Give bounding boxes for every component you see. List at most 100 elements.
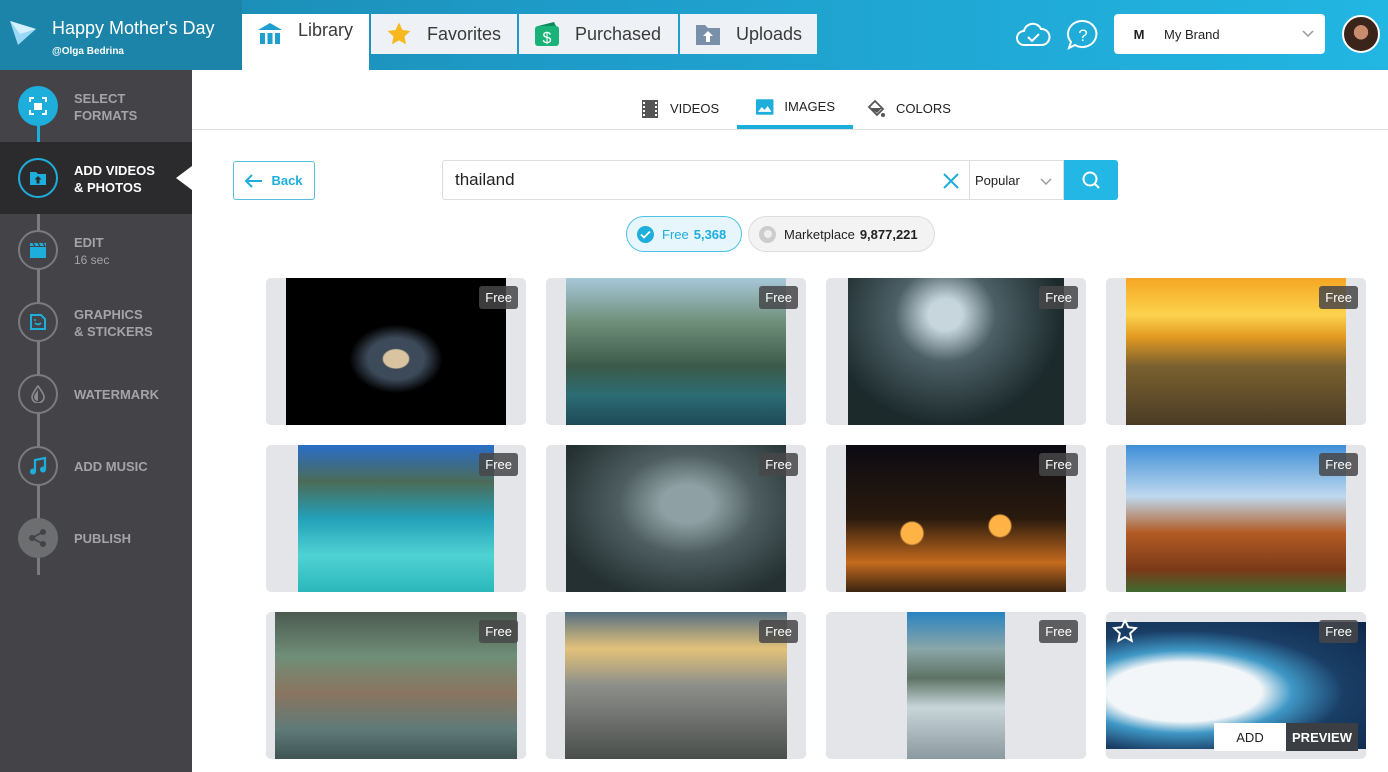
result-image <box>907 612 1005 759</box>
film-icon <box>642 99 658 118</box>
tab-colors[interactable]: COLORS <box>848 88 969 129</box>
svg-text:$: $ <box>543 30 552 47</box>
active-step-pointer <box>176 166 192 190</box>
top-bar: Happy Mother's Day @Olga Bedrina Library… <box>0 0 1388 70</box>
free-badge: Free <box>1319 286 1358 309</box>
preview-button[interactable]: PREVIEW <box>1286 723 1358 751</box>
user-avatar[interactable] <box>1342 15 1380 53</box>
result-card[interactable]: Free <box>266 612 526 759</box>
watermark-drop-icon <box>18 374 58 414</box>
workflow-sidebar: SELECT FORMATS ADD VIDEOS & PHOTOS EDIT 16 … <box>0 70 192 772</box>
result-card[interactable]: Free <box>1106 278 1366 425</box>
tab-label: Library <box>298 20 354 40</box>
result-card[interactable]: Free <box>826 278 1086 425</box>
brand-initial: M <box>1133 26 1145 42</box>
free-badge: Free <box>479 620 518 643</box>
tab-label: VIDEOS <box>670 101 720 116</box>
result-image <box>286 278 506 425</box>
brand-selector[interactable]: M My Brand <box>1114 14 1325 54</box>
step-add-music[interactable]: ADD MUSIC <box>0 430 192 502</box>
media-type-tabs: VIDEOS IMAGES COLORS <box>192 88 1388 130</box>
image-icon <box>755 98 774 115</box>
video-duration: 16 sec <box>74 253 110 267</box>
result-card[interactable]: Free ADD PREVIEW <box>1106 612 1366 759</box>
cloud-saved-icon[interactable] <box>1015 18 1051 52</box>
tab-library[interactable]: Library <box>242 14 369 70</box>
free-badge: Free <box>1039 453 1078 476</box>
favorite-star-icon[interactable] <box>1112 618 1138 644</box>
filter-free[interactable]: Free 5,368 <box>626 216 742 252</box>
tab-images[interactable]: IMAGES <box>737 88 853 129</box>
free-badge: Free <box>1319 453 1358 476</box>
brand-name: My Brand <box>1164 26 1220 42</box>
result-image <box>846 445 1066 592</box>
step-label-2: & STICKERS <box>74 324 153 339</box>
select-formats-icon <box>18 86 58 126</box>
free-badge: Free <box>759 620 798 643</box>
sticker-icon <box>18 302 58 342</box>
result-image <box>1126 445 1346 592</box>
step-label: ADD VIDEOS <box>74 163 155 178</box>
search-input[interactable] <box>455 170 925 190</box>
tab-label: Uploads <box>736 23 803 44</box>
result-card[interactable]: Free <box>826 445 1086 592</box>
free-badge: Free <box>1319 620 1358 643</box>
project-title[interactable]: Happy Mother's Day <box>52 18 215 39</box>
step-edit[interactable]: EDIT 16 sec <box>0 214 192 286</box>
step-publish[interactable]: PUBLISH <box>0 502 192 574</box>
project-header: Happy Mother's Day @Olga Bedrina <box>0 0 242 70</box>
upload-folder-icon <box>18 158 58 198</box>
step-label: GRAPHICS <box>74 307 143 322</box>
chevron-down-icon <box>1040 178 1052 186</box>
tab-label: Favorites <box>427 23 502 44</box>
step-label-2: FORMATS <box>74 108 138 123</box>
search-box <box>442 160 970 200</box>
music-note-icon <box>18 446 58 486</box>
filter-label: Free <box>662 226 689 242</box>
share-icon <box>18 518 58 558</box>
svg-text:?: ? <box>1078 26 1087 45</box>
check-icon <box>637 225 654 243</box>
result-image <box>566 278 786 425</box>
result-card[interactable]: Free <box>546 445 806 592</box>
tab-label: IMAGES <box>784 99 835 114</box>
sort-dropdown[interactable]: Popular <box>969 160 1064 200</box>
back-label: Back <box>271 173 303 188</box>
tab-videos[interactable]: VIDEOS <box>622 88 737 129</box>
free-badge: Free <box>1039 286 1078 309</box>
result-card[interactable]: Free <box>546 612 806 759</box>
step-watermark[interactable]: WATERMARK <box>0 358 192 430</box>
result-card[interactable]: Free <box>266 278 526 425</box>
tab-purchased[interactable]: $ Purchased <box>519 14 678 54</box>
result-card[interactable]: Free <box>546 278 806 425</box>
result-card[interactable]: Free <box>266 445 526 592</box>
tab-label: COLORS <box>896 101 951 116</box>
step-graphics-stickers[interactable]: GRAPHICS & STICKERS <box>0 286 192 358</box>
step-add-videos-photos[interactable]: ADD VIDEOS & PHOTOS <box>0 142 192 214</box>
sort-value: Popular <box>975 172 1020 188</box>
step-label: WATERMARK <box>74 387 159 402</box>
chevron-down-icon <box>1302 30 1314 38</box>
result-image <box>848 278 1064 425</box>
project-user: @Olga Bedrina <box>52 46 124 57</box>
filter-marketplace[interactable]: Marketplace 9,877,221 <box>748 216 935 252</box>
tab-favorites[interactable]: Favorites <box>371 14 517 54</box>
result-image <box>565 612 787 759</box>
paint-bucket-icon <box>867 99 885 117</box>
step-select-formats[interactable]: SELECT FORMATS <box>0 70 192 142</box>
add-button[interactable]: ADD <box>1214 723 1286 751</box>
star-icon <box>385 20 413 48</box>
result-card[interactable]: Free <box>826 612 1086 759</box>
search-icon <box>1082 171 1100 189</box>
radio-unselected-icon <box>759 225 776 243</box>
free-badge: Free <box>1039 620 1078 643</box>
search-button[interactable] <box>1064 160 1118 200</box>
filter-count: 9,877,221 <box>859 226 918 242</box>
result-card[interactable]: Free <box>1106 445 1366 592</box>
help-icon[interactable]: ? <box>1065 18 1101 52</box>
clapperboard-icon <box>18 230 58 270</box>
step-label: PUBLISH <box>74 531 132 546</box>
back-button[interactable]: Back <box>233 161 315 200</box>
clear-search-icon[interactable] <box>941 171 961 191</box>
tab-uploads[interactable]: Uploads <box>680 14 817 54</box>
